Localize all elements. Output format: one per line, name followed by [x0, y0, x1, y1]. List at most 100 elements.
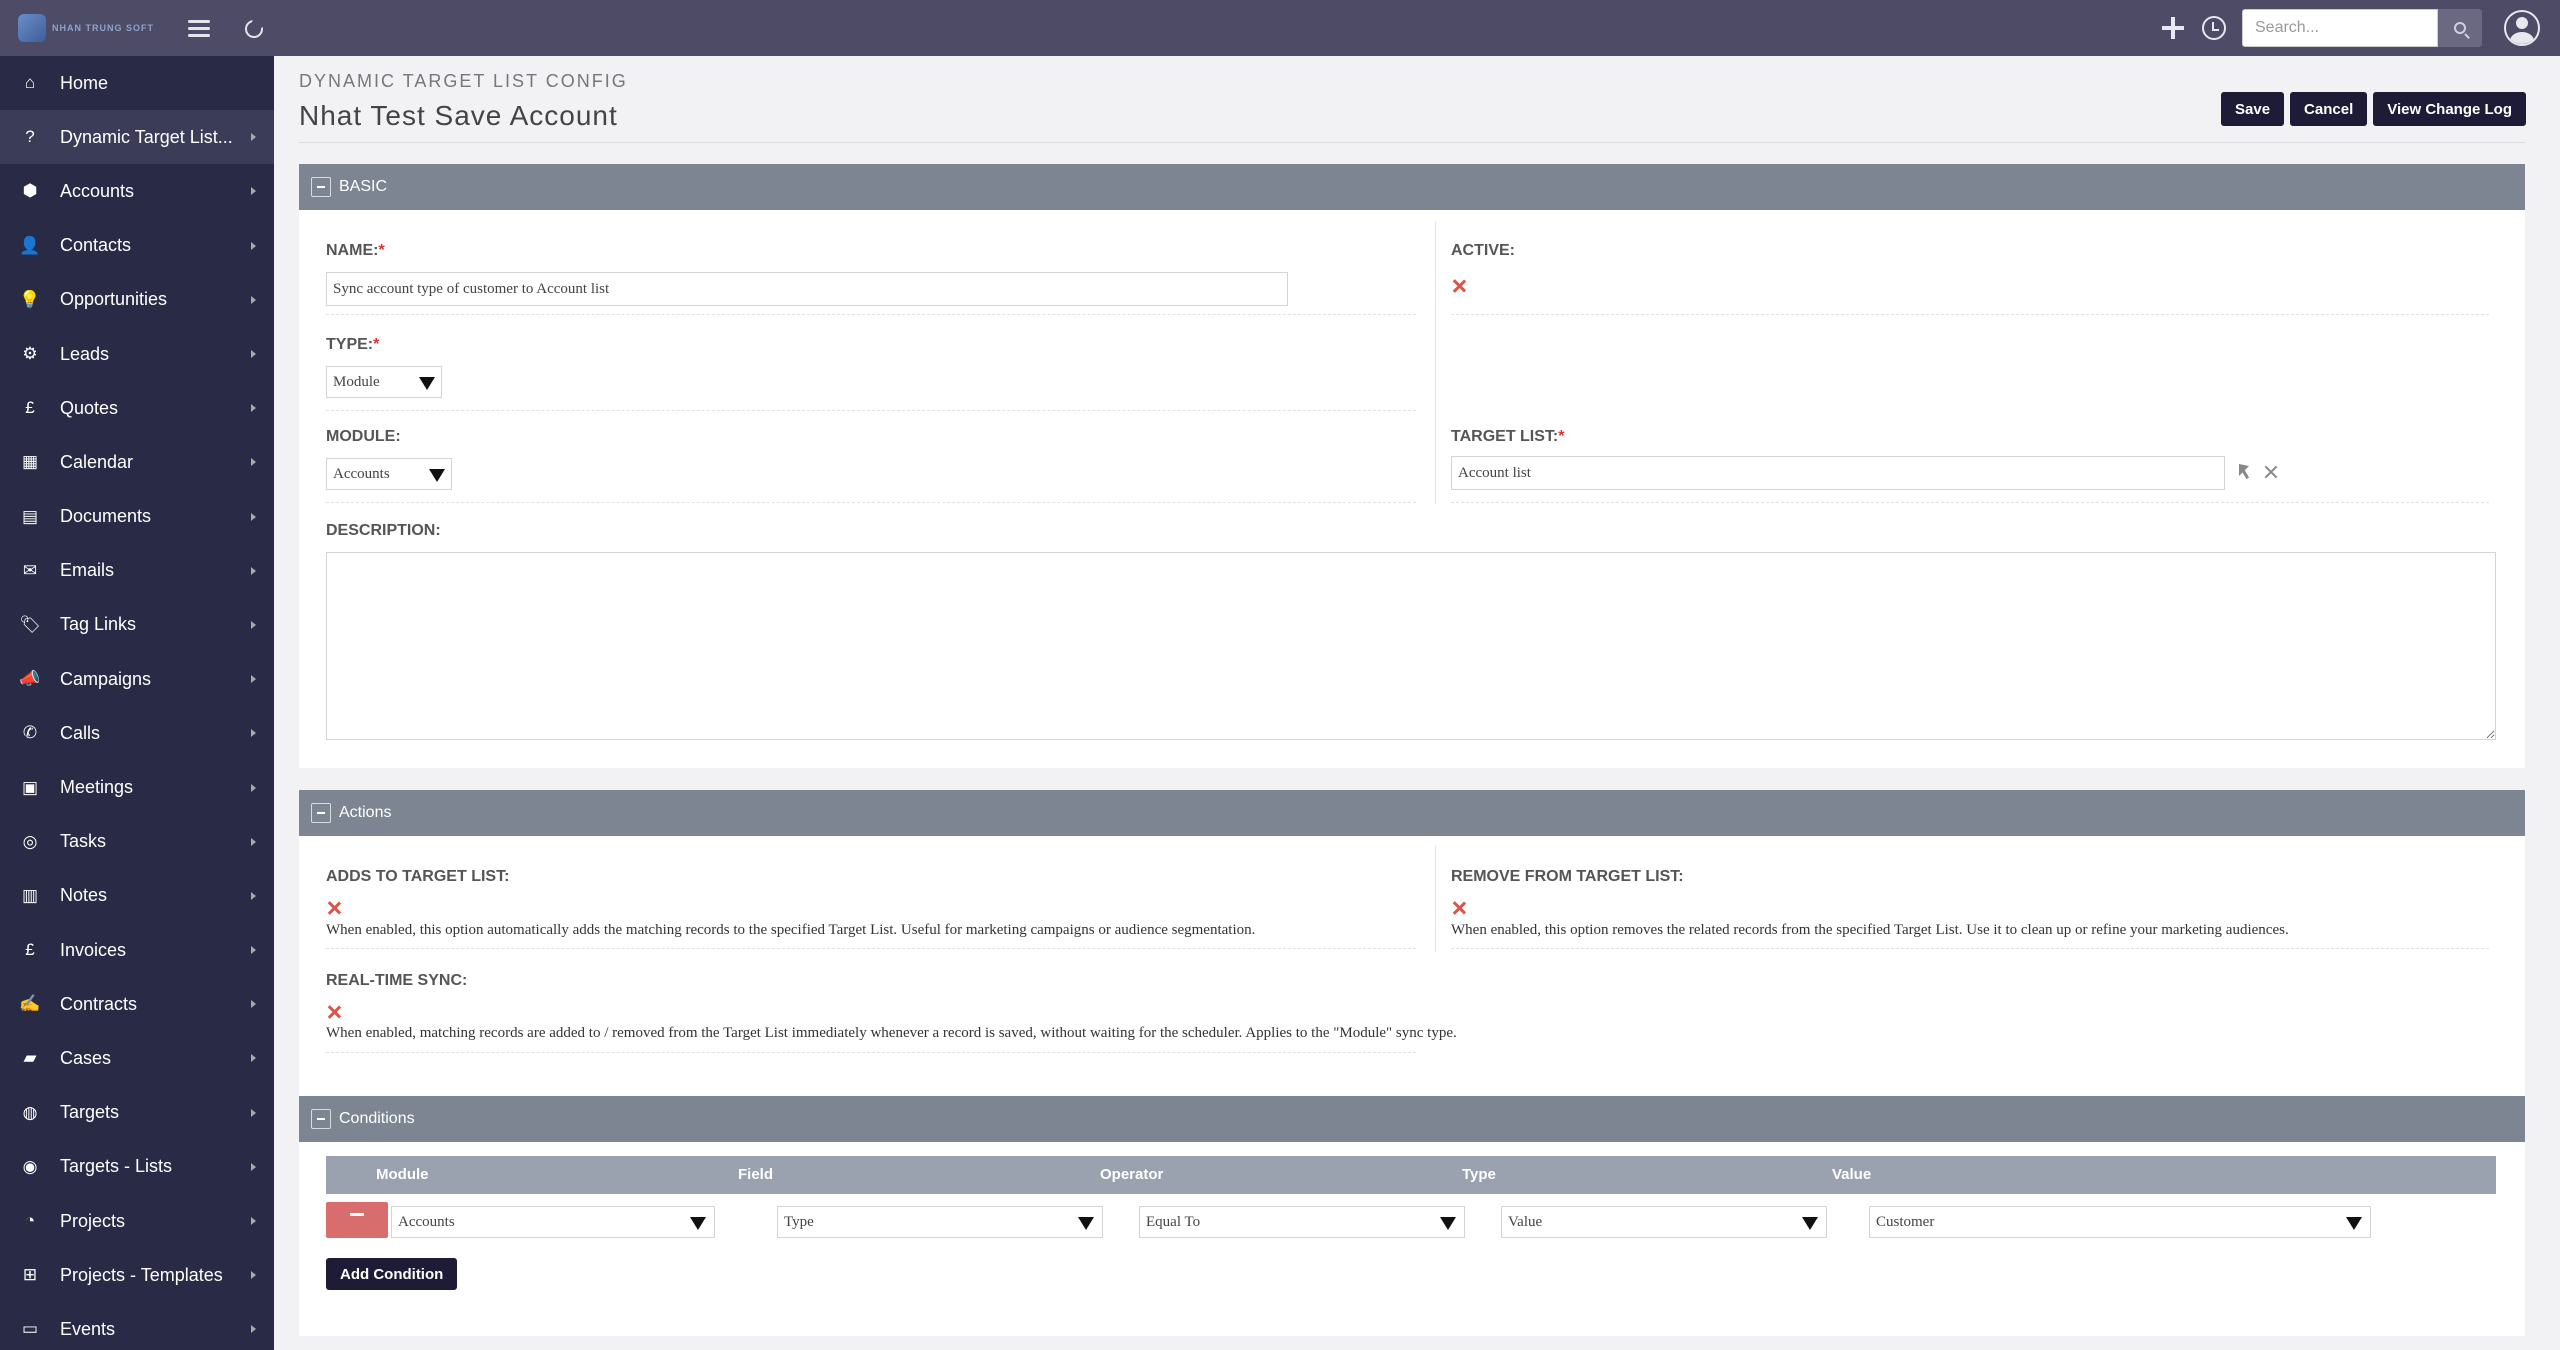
sidebar-item-tasks[interactable]: ◎ Tasks [0, 815, 274, 869]
collapse-minus-icon[interactable] [311, 177, 331, 197]
chevron-right-icon[interactable] [251, 133, 256, 142]
chevron-right-icon[interactable] [251, 946, 256, 955]
field-separator [1451, 948, 2489, 949]
search-button[interactable] [2438, 9, 2482, 47]
condition-type-select[interactable]: Value [1501, 1206, 1827, 1238]
chevron-right-icon[interactable] [251, 566, 256, 575]
cancel-button[interactable]: Cancel [2290, 92, 2368, 126]
adds-unchecked-x-icon[interactable] [326, 900, 342, 916]
user-avatar-icon[interactable] [2504, 10, 2540, 46]
name-field[interactable]: Sync account type of customer to Account… [326, 272, 1288, 306]
clear-x-icon[interactable] [2263, 464, 2279, 480]
chevron-right-icon[interactable] [251, 783, 256, 792]
active-unchecked-x-icon[interactable] [1451, 278, 1467, 294]
app-logo[interactable]: NHAN TRUNG SOFT [18, 12, 158, 44]
sidebar-item-label: Targets - Lists [60, 1156, 173, 1177]
remove-condition-button[interactable] [326, 1202, 388, 1238]
condition-operator-select[interactable]: Equal To [1139, 1206, 1465, 1238]
chevron-right-icon[interactable] [251, 187, 256, 196]
sidebar-item-label: Accounts [60, 180, 135, 201]
chevron-right-icon[interactable] [251, 404, 256, 413]
basic-panel-header[interactable]: BASIC [299, 164, 2525, 210]
folder-icon: ▰ [23, 1048, 37, 1068]
save-button[interactable]: Save [2221, 92, 2285, 126]
quick-create-plus-icon[interactable] [2160, 15, 2186, 41]
sidebar-item-meetings[interactable]: ▣ Meetings [0, 760, 274, 814]
remove-unchecked-x-icon[interactable] [1451, 900, 1467, 916]
chevron-right-icon[interactable] [251, 1108, 256, 1117]
dark-mode-moon-icon[interactable] [242, 17, 264, 39]
sidebar-item-projects[interactable]: ◔ Projects [0, 1194, 274, 1248]
type-label: TYPE:* [326, 336, 379, 354]
sidebar-item-targets[interactable]: ◍ Targets [0, 1086, 274, 1140]
view-change-log-button[interactable]: View Change Log [2373, 92, 2526, 126]
sidebar-item-opportunities[interactable]: 💡 Opportunities [0, 273, 274, 327]
field-separator [1451, 314, 2489, 315]
chevron-right-icon[interactable] [251, 675, 256, 684]
chevron-right-icon[interactable] [251, 729, 256, 738]
sidebar-item-documents[interactable]: ▤ Documents [0, 490, 274, 544]
chevron-right-icon[interactable] [251, 350, 256, 359]
sidebar-item-calls[interactable]: ✆ Calls [0, 706, 274, 760]
description-textarea[interactable] [326, 552, 2496, 740]
chevron-right-icon[interactable] [251, 241, 256, 250]
chevron-right-icon[interactable] [251, 1217, 256, 1226]
module-select[interactable]: Accounts [326, 458, 452, 490]
chevron-right-icon[interactable] [251, 295, 256, 304]
panel-title: BASIC [339, 178, 388, 195]
sidebar-item-label: Tasks [60, 831, 107, 852]
sidebar-item-label: Notes [60, 885, 108, 906]
chevron-right-icon[interactable] [251, 1325, 256, 1334]
sidebar-item-label: Invoices [60, 939, 127, 960]
collapse-minus-icon[interactable] [311, 803, 331, 823]
sidebar-item-emails[interactable]: ✉ Emails [0, 544, 274, 598]
sidebar-item-leads[interactable]: ⚙ Leads [0, 327, 274, 381]
chevron-right-icon[interactable] [251, 620, 256, 629]
global-search-input[interactable] [2242, 9, 2438, 47]
type-select-value: Module [333, 374, 380, 390]
realtime-unchecked-x-icon[interactable] [326, 1004, 342, 1020]
target-list-field[interactable]: Account list [1451, 456, 2225, 490]
sidebar-item-contacts[interactable]: 👤 Contacts [0, 219, 274, 273]
add-condition-button[interactable]: Add Condition [326, 1258, 458, 1290]
sidebar-item-cases[interactable]: ▰ Cases [0, 1031, 274, 1085]
sidebar-item-home[interactable]: ⌂ Home [0, 56, 274, 110]
sidebar-item-contracts[interactable]: ✍ Contracts [0, 977, 274, 1031]
chevron-right-icon[interactable] [251, 1271, 256, 1280]
recent-history-icon[interactable] [2202, 16, 2226, 40]
chevron-right-icon[interactable] [251, 1054, 256, 1063]
condition-module-value: Accounts [398, 1214, 455, 1230]
sidebar-item-notes[interactable]: ▥ Notes [0, 869, 274, 923]
chevron-right-icon[interactable] [251, 837, 256, 846]
sidebar-item-tag-links[interactable]: 🏷 Tag Links [0, 598, 274, 652]
chevron-right-icon[interactable] [251, 512, 256, 521]
chevron-right-icon[interactable] [251, 1000, 256, 1009]
menu-toggle-icon[interactable] [188, 17, 210, 39]
condition-value-select[interactable]: Customer [1869, 1206, 2371, 1238]
chevron-right-icon[interactable] [251, 1162, 256, 1171]
field-separator [326, 948, 1416, 949]
globe-icon: ◍ [22, 1102, 38, 1122]
sidebar-item-campaigns[interactable]: 📣 Campaigns [0, 652, 274, 706]
chevron-right-icon[interactable] [251, 458, 256, 467]
sidebar-item-targets-lists[interactable]: ◉ Targets - Lists [0, 1140, 274, 1194]
chevron-right-icon[interactable] [251, 891, 256, 900]
top-right-tools [2160, 0, 2540, 56]
sidebar-item-dynamic-target-list[interactable]: ? Dynamic Target List... [0, 110, 274, 165]
collapse-minus-icon[interactable] [311, 1109, 331, 1129]
sidebar-item-projects-templates[interactable]: ⊞ Projects - Templates [0, 1248, 274, 1302]
type-select[interactable]: Module [326, 366, 442, 398]
pound-icon: £ [25, 940, 35, 960]
select-pointer-icon[interactable] [2239, 464, 2253, 480]
sidebar-item-label: Cases [60, 1047, 112, 1068]
sidebar-item-quotes[interactable]: £ Quotes [0, 381, 274, 435]
sidebar-item-events[interactable]: ▭ Events [0, 1302, 274, 1350]
sidebar-item-accounts[interactable]: ⬢ Accounts [0, 164, 274, 218]
condition-field-select[interactable]: Type [777, 1206, 1103, 1238]
conditions-panel-header[interactable]: Conditions [299, 1096, 2525, 1142]
condition-module-select[interactable]: Accounts [391, 1206, 715, 1238]
sidebar-item-invoices[interactable]: £ Invoices [0, 923, 274, 977]
column-header-operator: Operator [1100, 1166, 1164, 1183]
sidebar-item-calendar[interactable]: ▦ Calendar [0, 435, 274, 489]
actions-panel-header[interactable]: Actions [299, 790, 2525, 836]
